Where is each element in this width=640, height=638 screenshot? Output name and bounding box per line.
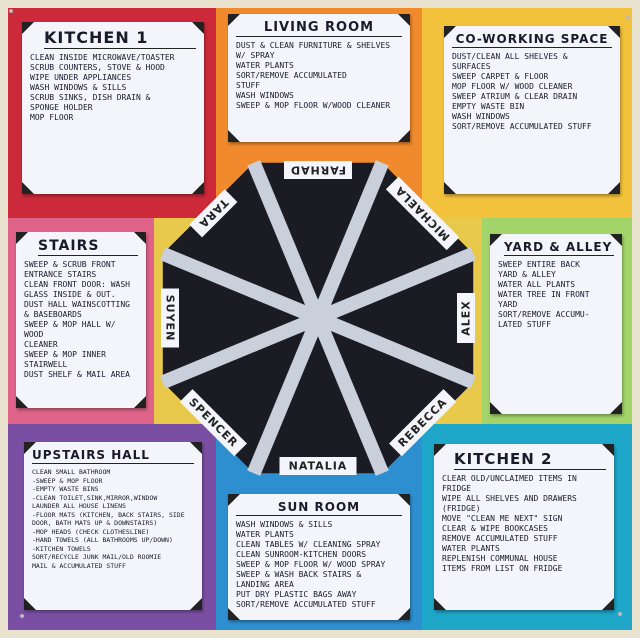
pin xyxy=(626,16,630,20)
chore-item: Water all plants xyxy=(498,280,576,289)
chore-item: Water plants xyxy=(236,61,294,70)
chore-item: Clean inside microwave/toaster xyxy=(30,53,175,62)
chore-item: Wash windows & sills xyxy=(236,520,333,529)
wheel-name-label: NATALIA xyxy=(289,460,348,473)
photo-corner xyxy=(22,22,34,34)
chore-list: Wash windows & sills Water plants Clean ta… xyxy=(236,520,402,610)
chore-item: Scrub counters, stove & hood xyxy=(30,63,165,72)
chore-item: Scrub sinks, dish drain & sponge holder xyxy=(30,93,151,112)
photo-corner xyxy=(190,598,202,610)
chore-item: Sort/recycle junk mail/old roomie mail &… xyxy=(32,553,162,570)
chore-list: Sweep & scrub front entrance stairs Clean… xyxy=(24,260,138,380)
chore-item: Sort/Remove accumulated stuff xyxy=(236,71,347,90)
photo-corner xyxy=(22,182,34,194)
chore-list: Dust/Clean all shelves & surfaces Sweep c… xyxy=(452,52,612,132)
chore-item: Sweep & mop floor w/ wood spray xyxy=(236,560,386,569)
photo-corner xyxy=(16,396,28,408)
chore-item: Clear & wipe bookcases xyxy=(442,524,548,533)
chore-item: Sweep & scrub front entrance stairs xyxy=(24,260,116,279)
chore-item: Wash windows xyxy=(452,112,510,121)
chore-item: Sweep carpet & floor xyxy=(452,72,549,81)
chore-item: -Mop heads (check clothesline) xyxy=(32,527,150,536)
card-title: SUN ROOM xyxy=(236,500,402,516)
photo-corner xyxy=(490,402,502,414)
chore-item: Wipe all shelves and drawers (fridge) xyxy=(442,494,577,513)
card-living-room: LIVING ROOM Dust & clean furniture & she… xyxy=(228,14,410,142)
card-title: CO-WORKING SPACE xyxy=(452,32,612,48)
pin xyxy=(9,9,13,13)
chore-item: -Floor mats (kitchen, back stairs, side … xyxy=(32,510,185,528)
photo-corner xyxy=(434,598,446,610)
card-yard: YARD & ALLEY Sweep entire back yard & al… xyxy=(490,234,622,414)
chore-item: Sweep & mop inner stairwell xyxy=(24,350,106,369)
chore-item: Empty waste bin xyxy=(452,102,525,111)
photo-corner xyxy=(490,234,502,246)
photo-corner xyxy=(134,396,146,408)
chore-item: Sweep entire back yard & alley xyxy=(498,260,580,279)
chore-item: Sort/Remove accumulated stuff xyxy=(236,600,376,609)
chore-board: KITCHEN 1 Clean inside microwave/toaster… xyxy=(0,0,640,638)
chore-item: Wash windows & sills xyxy=(30,83,127,92)
chore-list: Clear old/unclaimed items in fridge Wipe … xyxy=(442,474,606,574)
chore-item: Sweep & wash back stairs & landing area xyxy=(236,570,362,589)
pin xyxy=(20,614,24,618)
chore-item: Remove accumulated stuff xyxy=(442,534,558,543)
pin xyxy=(618,612,622,616)
chore-item: Sweep & mop hall w/ wood cleaner xyxy=(24,320,116,349)
photo-corner xyxy=(228,130,240,142)
wheel-name-tag: NATALIA xyxy=(279,457,357,475)
chore-item: Dust/Clean all shelves & surfaces xyxy=(452,52,568,71)
photo-corner xyxy=(24,598,36,610)
chore-item: Put dry plastic bags away xyxy=(236,590,357,599)
chore-item: Move "Clean me next" sign xyxy=(442,514,563,523)
chore-item: Water plants xyxy=(442,544,500,553)
chore-item: Sweep atrium & clear drain xyxy=(452,92,578,101)
chore-list: Sweep entire back yard & alley Water all … xyxy=(498,260,614,330)
card-stairs: STAIRS Sweep & scrub front entrance stai… xyxy=(16,232,146,408)
chore-list: Clean inside microwave/toaster Scrub coun… xyxy=(30,53,196,123)
wheel-name-tag: ALEX xyxy=(457,293,475,343)
chore-item: Clean front door: wash glass inside & ou… xyxy=(24,280,130,299)
chore-item: Sweep & mop floor w/wood cleaner xyxy=(236,101,391,110)
chore-item: Sort/Remove accumulated stuff xyxy=(452,122,592,131)
photo-corner xyxy=(608,182,620,194)
chore-item: Wash windows xyxy=(236,91,294,100)
photo-corner xyxy=(398,130,410,142)
chore-item: Water tree in front yard xyxy=(498,290,590,309)
chore-item: -Hand towels (all bathrooms up/down) xyxy=(32,536,173,544)
chore-item: Dust hall wainscotting & baseboards xyxy=(24,300,130,319)
chore-item: Clean tables w/ cleaning spray xyxy=(236,540,381,549)
photo-corner xyxy=(16,232,28,244)
wheel-name-label: SUYEN xyxy=(164,295,177,342)
chore-item: Replenish communal house items from list… xyxy=(442,554,563,573)
wheel-name-label: ALEX xyxy=(460,300,473,336)
card-title: YARD & ALLEY xyxy=(504,240,614,256)
card-title: STAIRS xyxy=(38,238,138,256)
chore-item: Mop floor w/ wood cleaner xyxy=(452,82,573,91)
photo-corner xyxy=(610,402,622,414)
chore-item: Dust & clean furniture & shelves w/ spra… xyxy=(236,41,391,60)
chore-item: Wipe under appliances xyxy=(30,73,132,82)
wheel-name-tag: FARHAD xyxy=(284,161,352,179)
chore-item: Dust shelf & mail area xyxy=(24,370,130,379)
chore-list: Dust & clean furniture & shelves w/ spra… xyxy=(236,41,402,111)
photo-corner xyxy=(602,598,614,610)
card-sun-room: SUN ROOM Wash windows & sills Water plant… xyxy=(228,494,410,620)
chore-item: Clean sunroom-kitchen doors xyxy=(236,550,367,559)
chore-item: Sort/Remove accumu- lated stuff xyxy=(498,310,590,329)
chore-item: Water plants xyxy=(236,530,294,539)
chore-item: Mop floor xyxy=(30,113,74,122)
chore-item: -Kitchen towels xyxy=(32,544,91,553)
wheel-name-label: FARHAD xyxy=(290,164,346,177)
wheel-name-tag: SUYEN xyxy=(161,288,179,348)
card-title: KITCHEN 1 xyxy=(44,28,196,49)
chore-item: Launder all house linens xyxy=(32,502,126,510)
chore-item: -Clean toilet,sink,mirror,window xyxy=(32,493,158,502)
card-title: LIVING ROOM xyxy=(236,20,402,37)
chore-wheel[interactable]: FARHADMICHAELAALEXREBECCANATALIASPENCERS… xyxy=(148,148,488,488)
